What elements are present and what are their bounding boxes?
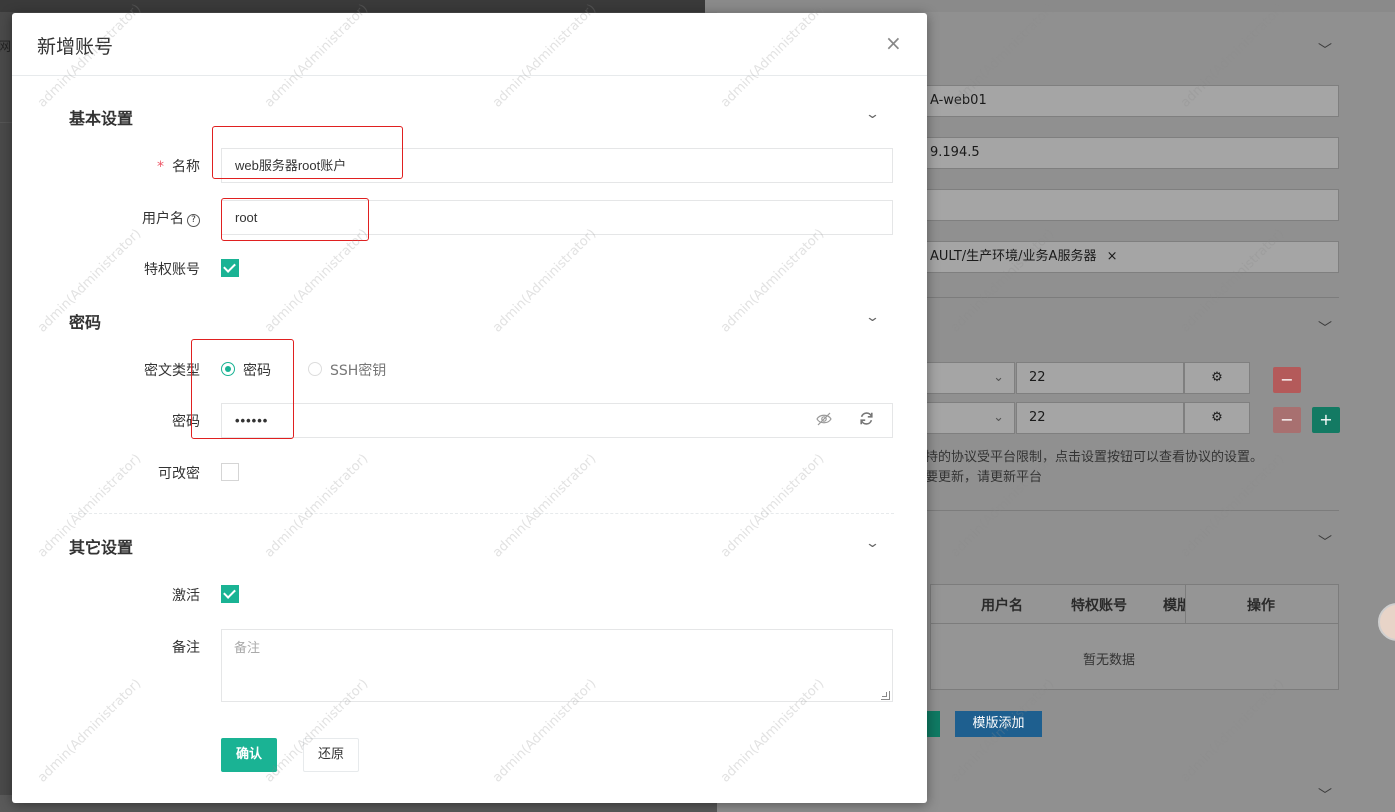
bg-node-tag: AULT/生产环境/业务A服务器: [930, 249, 1097, 264]
section-basic-title: 基本设置: [69, 109, 134, 128]
bg-ip-input: 9.194.5: [925, 137, 1339, 169]
background-left-label: 网: [0, 40, 12, 55]
bg-protocol-select: ⌄: [925, 402, 1015, 434]
help-icon[interactable]: ?: [187, 214, 200, 227]
bg-section-chevron-icon: ﹀: [1318, 43, 1332, 59]
bg-protocol-settings-gear-icon: ⚙: [1184, 402, 1250, 434]
password-label: 密码: [172, 414, 200, 430]
section-other-chevron-down-icon[interactable]: ⌄: [865, 536, 880, 551]
background-top-strip: [0, 0, 705, 12]
bg-protocol-select: ⌄: [925, 362, 1015, 394]
active-label: 激活: [172, 588, 200, 604]
bg-table-header-line: [931, 623, 1338, 624]
bg-add-button: [925, 711, 940, 737]
secret-type-ssh-label[interactable]: SSH密钥: [330, 360, 386, 380]
bg-th-divider: [1185, 585, 1186, 623]
section-password-title: 密码: [69, 313, 102, 332]
close-icon[interactable]: ×: [885, 33, 902, 53]
bg-th-privileged: 特权账号: [1071, 598, 1127, 614]
add-account-modal: 新增账号 × 基本设置 ⌄ * 名称 web服务器root账户 用户名? root…: [12, 13, 927, 803]
modal-header: 新增账号 ×: [12, 13, 927, 76]
section-other-title: 其它设置: [69, 538, 134, 557]
resize-handle-icon[interactable]: [881, 691, 890, 700]
active-checkbox[interactable]: [221, 585, 239, 603]
bg-remove-protocol-button: −: [1273, 407, 1301, 433]
bg-section-chevron-icon: ﹀: [1318, 321, 1332, 337]
bg-section-chevron-icon: ﹀: [1318, 788, 1332, 804]
bg-th-actions: 操作: [1247, 598, 1275, 614]
username-input[interactable]: root: [221, 200, 893, 235]
username-label-text: 用户名: [142, 211, 184, 227]
bg-hostname-input: A-web01: [925, 85, 1339, 117]
bg-accounts-table: 用户名 特权账号 模版 操作 暂无数据: [930, 584, 1339, 690]
section-password-chevron-down-icon[interactable]: ⌄: [865, 310, 880, 325]
username-label: 用户名?: [12, 208, 200, 228]
bg-protocol-settings-gear-icon: ⚙: [1184, 362, 1250, 394]
bg-port-input: 22: [1016, 402, 1184, 434]
changeable-label: 可改密: [158, 466, 200, 482]
bg-separator: [925, 510, 1339, 511]
comment-textarea[interactable]: 备注: [221, 629, 893, 702]
refresh-icon[interactable]: [859, 411, 874, 430]
bg-section-chevron-icon: ﹀: [1318, 535, 1332, 551]
eye-slash-icon[interactable]: [816, 412, 832, 430]
privileged-label: 特权账号: [144, 262, 200, 278]
bg-protocol-note-2: 要更新，请更新平台: [925, 470, 1043, 485]
required-mark: *: [157, 159, 164, 175]
confirm-button[interactable]: 确认: [221, 738, 277, 772]
bg-th-username: 用户名: [981, 598, 1023, 614]
secret-type-label: 密文类型: [144, 363, 200, 379]
secret-type-ssh-radio[interactable]: [308, 362, 322, 376]
bg-template-add-button: 模版添加: [955, 711, 1042, 737]
bg-port-input: 22: [1016, 362, 1184, 394]
bg-node-select: AULT/生产环境/业务A服务器 ×: [925, 241, 1339, 273]
bg-node-tag-close-icon: ×: [1106, 249, 1118, 264]
name-input[interactable]: web服务器root账户: [221, 148, 893, 183]
changeable-checkbox[interactable]: [221, 463, 239, 481]
section-basic-chevron-down-icon[interactable]: ⌄: [865, 107, 880, 122]
name-label: * 名称: [12, 156, 200, 176]
bg-remove-protocol-button: −: [1273, 367, 1301, 393]
reset-button[interactable]: 还原: [303, 738, 359, 772]
bg-add-protocol-button: +: [1312, 407, 1340, 433]
password-input[interactable]: ••••••: [221, 403, 893, 438]
section-divider: [69, 513, 894, 514]
secret-type-password-radio[interactable]: [221, 362, 235, 376]
bg-platform-input: [925, 189, 1339, 221]
comment-label: 备注: [172, 640, 200, 656]
bg-separator: [925, 297, 1339, 298]
privileged-checkbox[interactable]: [221, 259, 239, 277]
secret-type-password-label[interactable]: 密码: [243, 360, 271, 380]
comment-placeholder: 备注: [234, 641, 261, 656]
bg-protocol-note: 持的协议受平台限制，点击设置按钮可以查看协议的设置。: [925, 450, 1264, 465]
name-label-text: 名称: [172, 159, 200, 175]
bg-th-template: 模版: [1163, 598, 1185, 614]
modal-title: 新增账号: [37, 36, 114, 58]
bg-table-empty: 暂无数据: [1083, 653, 1136, 668]
